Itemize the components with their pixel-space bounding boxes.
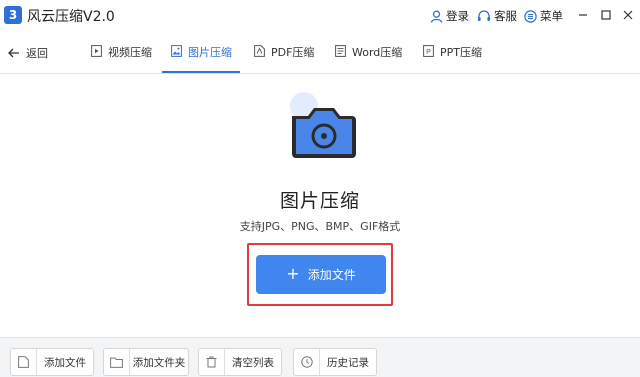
title-bar: 3 风云压缩V2.0 登录 客服 菜单 (0, 0, 640, 32)
trash-icon (199, 349, 225, 375)
service-label: 客服 (494, 9, 517, 23)
button-label: 历史记录 (327, 356, 369, 369)
tab-bar: 返回 视频压缩 图片压缩 PDF压缩 Word压缩 P PPT压缩 (0, 32, 640, 74)
supported-formats-text: 支持JPG、PNG、BMP、GIF格式 (239, 220, 401, 233)
ppt-icon: P (423, 45, 434, 57)
history-icon (294, 349, 320, 375)
camera-icon (290, 92, 356, 158)
tab-label: Word压缩 (352, 46, 403, 59)
tab-pdf-compress[interactable]: PDF压缩 (254, 44, 314, 74)
video-icon (91, 45, 102, 57)
button-label: 添加文件 (44, 356, 86, 369)
service-button[interactable]: 客服 (477, 8, 517, 24)
tab-ppt-compress[interactable]: P PPT压缩 (423, 44, 482, 74)
add-folder-toolbar-button[interactable]: 添加文件夹 (103, 348, 189, 376)
add-file-icon (11, 349, 37, 375)
add-file-toolbar-button[interactable]: 添加文件 (10, 348, 94, 376)
login-button[interactable]: 登录 (430, 8, 469, 24)
tab-word-compress[interactable]: Word压缩 (335, 44, 402, 74)
pdf-icon (254, 45, 265, 57)
page-title: 图片压缩 (279, 190, 360, 212)
tab-label: PDF压缩 (271, 46, 315, 59)
maximize-button[interactable] (598, 6, 614, 24)
close-button[interactable] (620, 6, 636, 24)
button-label: 添加文件夹 (132, 356, 186, 369)
minimize-button[interactable] (575, 6, 591, 24)
menu-label: 菜单 (540, 9, 563, 23)
maximize-icon (601, 10, 611, 20)
image-icon (171, 45, 182, 57)
bottom-toolbar: 添加文件 添加文件夹 清空列表 历史记录 (0, 337, 640, 377)
app-logo: 3 (4, 6, 22, 24)
menu-icon (524, 9, 537, 23)
add-folder-icon (104, 349, 130, 375)
app-title: 风云压缩V2.0 (27, 9, 115, 25)
add-file-label: 添加文件 (307, 268, 356, 282)
clear-list-toolbar-button[interactable]: 清空列表 (198, 348, 282, 376)
menu-button[interactable]: 菜单 (524, 8, 563, 24)
headset-icon (478, 9, 490, 21)
minimize-icon (579, 14, 587, 16)
add-file-button[interactable]: + 添加文件 (256, 255, 386, 294)
button-label: 清空列表 (232, 356, 274, 369)
tab-label: 图片压缩 (188, 46, 232, 59)
back-button[interactable]: 返回 (8, 45, 48, 61)
word-icon (335, 45, 346, 57)
tab-video-compress[interactable]: 视频压缩 (91, 44, 152, 74)
login-label: 登录 (446, 9, 469, 23)
close-icon (623, 10, 633, 20)
app-window: 3 风云压缩V2.0 登录 客服 菜单 返回 视频压缩 图片压缩 PDF压缩 W… (0, 0, 640, 377)
svg-text:P: P (426, 49, 431, 56)
user-icon (430, 10, 443, 23)
tab-label: 视频压缩 (108, 46, 152, 59)
arrow-left-icon (8, 48, 19, 58)
tab-label: PPT压缩 (440, 46, 482, 59)
history-toolbar-button[interactable]: 历史记录 (293, 348, 377, 376)
active-tab-indicator (162, 71, 240, 73)
tab-image-compress[interactable]: 图片压缩 (171, 44, 232, 74)
plus-icon: + (286, 264, 300, 283)
back-label: 返回 (26, 47, 48, 60)
